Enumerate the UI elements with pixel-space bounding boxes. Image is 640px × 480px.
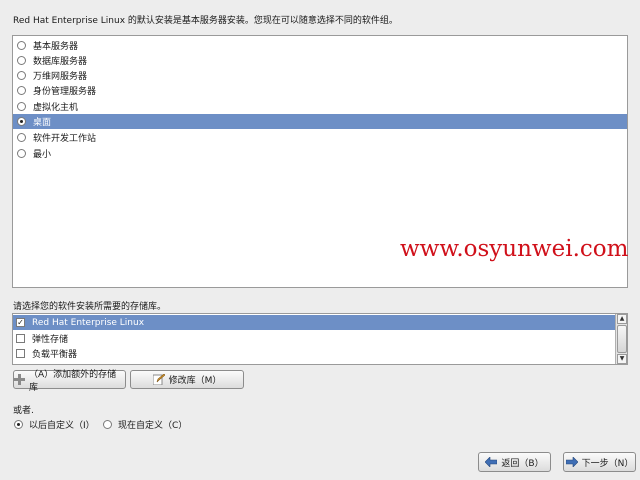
group-label: 基本服务器 bbox=[33, 42, 79, 52]
group-label: 虚拟化主机 bbox=[33, 103, 79, 113]
next-button[interactable]: 下一步（N） bbox=[563, 452, 636, 472]
modify-repo-label: 修改库（M） bbox=[168, 376, 222, 386]
repo-label: Red Hat Enterprise Linux bbox=[32, 317, 145, 328]
group-label: 最小 bbox=[33, 150, 52, 160]
checkbox[interactable] bbox=[16, 334, 25, 343]
radio-button[interactable] bbox=[17, 102, 26, 111]
repo-item[interactable]: 负载平衡器 bbox=[13, 346, 616, 361]
group-item[interactable]: 虚拟化主机 bbox=[13, 99, 627, 114]
back-label: 返回（B） bbox=[501, 458, 544, 469]
customize-later-label: 以后自定义（I） bbox=[29, 421, 95, 431]
radio-button[interactable] bbox=[17, 133, 26, 142]
group-item[interactable]: 身份管理服务器 bbox=[13, 83, 627, 98]
repository-list[interactable]: ✓ Red Hat Enterprise Linux 弹性存储 负载平衡器 ▲ … bbox=[12, 313, 628, 365]
add-repo-button[interactable]: （A）添加额外的存储库 bbox=[13, 370, 126, 393]
scroll-up-icon[interactable]: ▲ bbox=[617, 314, 627, 324]
customize-now-option[interactable]: 现在自定义（C） bbox=[103, 418, 187, 431]
checkbox-checked[interactable]: ✓ bbox=[16, 318, 25, 327]
scroll-thumb[interactable] bbox=[617, 325, 627, 353]
customize-later-option[interactable]: 以后自定义（I） bbox=[14, 418, 95, 431]
edit-icon bbox=[152, 374, 165, 385]
radio-button[interactable] bbox=[17, 149, 26, 158]
group-item[interactable]: 基本服务器 bbox=[13, 38, 627, 53]
repo-instruction-label: 请选择您的软件安装所需要的存储库。 bbox=[13, 302, 167, 312]
group-label: 桌面 bbox=[33, 118, 52, 128]
modify-repo-button[interactable]: 修改库（M） bbox=[130, 370, 244, 389]
repo-label: 负载平衡器 bbox=[32, 350, 78, 360]
repo-item[interactable]: 弹性存储 bbox=[13, 331, 616, 346]
radio-button[interactable] bbox=[17, 56, 26, 65]
repo-label: 弹性存储 bbox=[32, 335, 69, 345]
radio-button[interactable] bbox=[17, 41, 26, 50]
group-label: 身份管理服务器 bbox=[33, 87, 97, 97]
radio-button-checked[interactable] bbox=[14, 420, 23, 429]
or-label: 或者. bbox=[13, 406, 34, 416]
repo-scrollbar[interactable]: ▲ ▼ bbox=[615, 314, 627, 364]
group-label: 万维网服务器 bbox=[33, 72, 88, 82]
back-button[interactable]: 返回（B） bbox=[478, 452, 551, 472]
scroll-down-icon[interactable]: ▼ bbox=[617, 354, 627, 364]
next-label: 下一步（N） bbox=[581, 458, 634, 469]
radio-button-checked[interactable] bbox=[17, 117, 26, 126]
intro-text: Red Hat Enterprise Linux 的默认安装是基本服务器安装。您… bbox=[13, 16, 398, 26]
radio-button[interactable] bbox=[103, 420, 112, 429]
checkbox[interactable] bbox=[16, 349, 25, 358]
watermark-text: www.osyunwei.com bbox=[400, 236, 629, 262]
group-item[interactable]: 数据库服务器 bbox=[13, 53, 627, 68]
group-item[interactable]: 软件开发工作站 bbox=[13, 130, 627, 145]
group-label: 数据库服务器 bbox=[33, 57, 88, 67]
arrow-left-icon bbox=[485, 457, 498, 467]
group-item[interactable]: 万维网服务器 bbox=[13, 68, 627, 83]
group-item[interactable]: 最小 bbox=[13, 146, 627, 161]
radio-button[interactable] bbox=[17, 71, 26, 80]
add-repo-label: （A）添加额外的存储库 bbox=[29, 369, 117, 393]
radio-button[interactable] bbox=[17, 86, 26, 95]
group-label: 软件开发工作站 bbox=[33, 134, 97, 144]
repo-item-selected[interactable]: ✓ Red Hat Enterprise Linux bbox=[13, 315, 616, 330]
customize-now-label: 现在自定义（C） bbox=[118, 421, 188, 431]
plus-icon bbox=[14, 374, 25, 385]
arrow-right-icon bbox=[565, 457, 578, 467]
group-item-selected[interactable]: 桌面 bbox=[13, 114, 627, 129]
